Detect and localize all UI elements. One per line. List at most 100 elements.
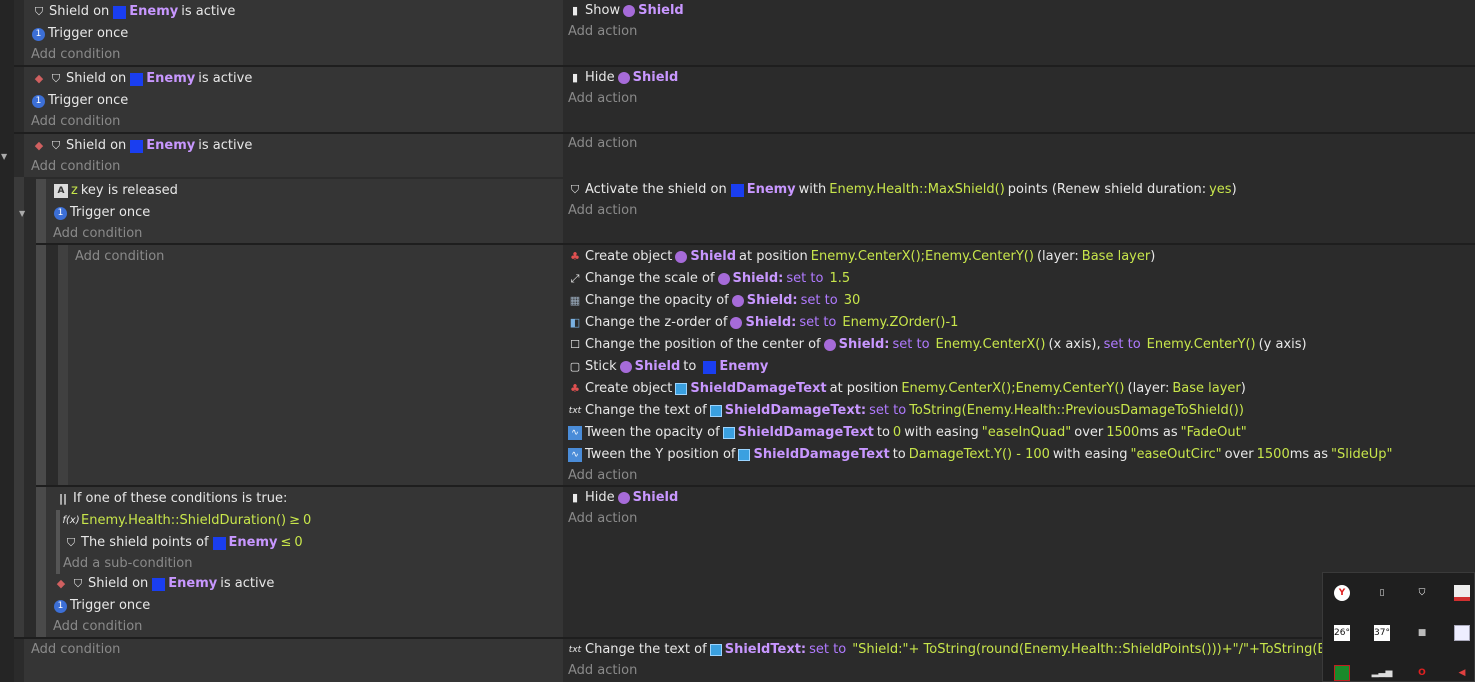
tween-icon: ∿ bbox=[568, 426, 582, 440]
trigger-once-icon: 1 bbox=[32, 27, 45, 41]
text-object-icon bbox=[722, 427, 735, 439]
condition-shield-active[interactable]: ◆ ⛉ Shield on Enemy is active bbox=[32, 68, 255, 90]
action-change-text[interactable]: txt Change the text of ShieldDamageText: … bbox=[568, 400, 1244, 422]
text-object-icon bbox=[709, 405, 722, 417]
tween-icon: ∿ bbox=[568, 448, 582, 462]
function-icon: f(x) bbox=[62, 515, 80, 526]
enemy-icon bbox=[730, 183, 744, 197]
condition-trigger-once[interactable]: 1 Trigger once bbox=[32, 23, 128, 45]
condition-trigger-once[interactable]: 1 Trigger once bbox=[54, 595, 150, 617]
action-change-opacity[interactable]: ▦ Change the opacity of Shield: set to 30 bbox=[568, 290, 863, 312]
action-tween-opacity[interactable]: ∿ Tween the opacity of ShieldDamageText t… bbox=[568, 422, 1250, 444]
shield-object-icon bbox=[623, 5, 636, 17]
add-condition-link[interactable]: Add condition bbox=[31, 111, 120, 133]
shield-object-icon bbox=[619, 361, 632, 373]
shield-icon: ⛉ bbox=[66, 536, 76, 549]
action-change-scale[interactable]: ⤢ Change the scale of Shield: set to 1.5 bbox=[568, 268, 853, 290]
add-action-link[interactable]: Add action bbox=[568, 660, 637, 682]
trigger-once-icon: 1 bbox=[54, 206, 67, 220]
app-cube-icon[interactable]: ■ bbox=[1414, 625, 1430, 641]
shield-icon: ⛉ bbox=[73, 577, 83, 590]
shield-object-icon bbox=[617, 72, 630, 84]
stick-icon: ▢ bbox=[569, 360, 581, 373]
cpu-temp-icon[interactable]: 26° bbox=[1334, 625, 1350, 641]
collapse-arrow-icon[interactable]: ▼ bbox=[1, 152, 11, 162]
add-action-link[interactable]: Add action bbox=[568, 88, 637, 110]
enemy-icon bbox=[212, 536, 226, 550]
shield-object-icon bbox=[617, 492, 630, 504]
shield-icon: ⛉ bbox=[570, 183, 580, 196]
add-action-link[interactable]: Add action bbox=[568, 465, 637, 487]
add-condition-link[interactable]: Add condition bbox=[31, 156, 120, 178]
event-5-indent-bar-inner bbox=[58, 245, 68, 485]
action-change-position[interactable]: ☐ Change the position of the center of Sh… bbox=[568, 334, 1307, 356]
text-object-icon bbox=[709, 644, 722, 656]
shield-object-icon bbox=[717, 273, 730, 285]
shield-icon: ⛉ bbox=[51, 72, 61, 85]
flag-icon[interactable] bbox=[1454, 585, 1470, 601]
network-signal-icon[interactable]: ▂▃▅ bbox=[1372, 665, 1393, 681]
action-create-shield[interactable]: ♣ Create object Shield at position Enemy.C… bbox=[568, 246, 1155, 268]
add-action-link[interactable]: Add action bbox=[568, 508, 637, 530]
action-show-shield[interactable]: ▮ Show Shield bbox=[568, 0, 684, 22]
sub-condition-shield-duration[interactable]: f(x) Enemy.Health::ShieldDuration() ≥0 bbox=[62, 510, 311, 532]
action-change-shield-text[interactable]: txt Change the text of ShieldText: set to… bbox=[568, 639, 1377, 661]
add-condition-link[interactable]: Add condition bbox=[53, 616, 142, 638]
or-icon: || bbox=[58, 492, 68, 505]
keyboard-icon: A bbox=[54, 184, 68, 198]
event-5-conditions bbox=[68, 245, 563, 485]
collapse-arrow-icon[interactable]: ▼ bbox=[19, 209, 29, 219]
or-condition[interactable]: || If one of these conditions is true: bbox=[56, 488, 287, 510]
battery-icon[interactable] bbox=[1334, 665, 1350, 681]
sub-event-indent-bar bbox=[14, 177, 24, 638]
action-activate-shield[interactable]: ⛉ Activate the shield on Enemy with Enemy.… bbox=[568, 179, 1237, 201]
visibility-icon: ▮ bbox=[571, 491, 579, 504]
add-action-link[interactable]: Add action bbox=[568, 21, 637, 43]
add-condition-link[interactable]: Add condition bbox=[31, 639, 120, 661]
action-change-zorder[interactable]: ◧ Change the z-order of Shield: set to Ene… bbox=[568, 312, 961, 334]
visibility-icon: ▮ bbox=[571, 4, 579, 17]
event-4-indent-bar bbox=[36, 179, 46, 243]
add-action-link[interactable]: Add action bbox=[568, 133, 637, 155]
condition-shield-active[interactable]: ◆ ⛉ Shield on Enemy is active bbox=[54, 573, 277, 595]
add-sub-condition-link[interactable]: Add a sub-condition bbox=[63, 553, 192, 575]
condition-shield-active[interactable]: ⛉ Shield on Enemy is active bbox=[32, 1, 238, 23]
add-condition-link[interactable]: Add condition bbox=[75, 246, 164, 268]
opera-icon[interactable]: O bbox=[1414, 665, 1430, 681]
action-tween-y[interactable]: ∿ Tween the Y position of ShieldDamageTex… bbox=[568, 444, 1396, 466]
condition-shield-active[interactable]: ◆ ⛉ Shield on Enemy is active bbox=[32, 135, 255, 157]
action-create-damage-text[interactable]: ♣ Create object ShieldDamageText at posit… bbox=[568, 378, 1246, 400]
yandex-browser-icon[interactable]: Y bbox=[1334, 585, 1350, 601]
action-hide-shield[interactable]: ▮ Hide Shield bbox=[568, 487, 678, 509]
gpu-temp-icon[interactable]: 37° bbox=[1374, 625, 1390, 641]
condition-trigger-once[interactable]: 1 Trigger once bbox=[54, 202, 150, 224]
condition-trigger-once[interactable]: 1 Trigger once bbox=[32, 90, 128, 112]
create-object-icon: ♣ bbox=[570, 382, 580, 395]
add-action-link[interactable]: Add action bbox=[568, 200, 637, 222]
window-icon[interactable] bbox=[1454, 625, 1470, 641]
speaker-muted-icon[interactable]: ◀ bbox=[1454, 665, 1470, 681]
opacity-icon: ▦ bbox=[569, 294, 581, 307]
sub-condition-indent-bar bbox=[56, 510, 60, 574]
zorder-icon: ◧ bbox=[569, 316, 581, 329]
trigger-once-icon: 1 bbox=[32, 94, 45, 108]
security-shield-icon[interactable]: ⛉ bbox=[1414, 585, 1430, 601]
text-object-icon bbox=[675, 383, 688, 395]
create-object-icon: ♣ bbox=[570, 250, 580, 263]
action-stick[interactable]: ▢ Stick Shield to Enemy bbox=[568, 356, 769, 378]
add-condition-link[interactable]: Add condition bbox=[53, 223, 142, 245]
usb-device-icon[interactable]: ▯ bbox=[1374, 585, 1390, 601]
sub-condition-shield-points[interactable]: ⛉ The shield points of Enemy ≤0 bbox=[64, 532, 303, 554]
shield-object-icon bbox=[823, 339, 836, 351]
left-gutter bbox=[0, 0, 14, 682]
position-icon: ☐ bbox=[570, 338, 580, 351]
action-hide-shield[interactable]: ▮ Hide Shield bbox=[568, 67, 678, 89]
condition-key-released[interactable]: A z key is released bbox=[54, 180, 181, 202]
inverted-condition-icon: ◆ bbox=[34, 139, 44, 152]
add-condition-link[interactable]: Add condition bbox=[31, 44, 120, 66]
text-icon: txt bbox=[568, 406, 582, 416]
inverted-condition-icon: ◆ bbox=[34, 72, 44, 85]
event-6-indent-bar bbox=[36, 487, 46, 637]
enemy-icon bbox=[152, 577, 166, 591]
enemy-icon bbox=[130, 139, 144, 153]
